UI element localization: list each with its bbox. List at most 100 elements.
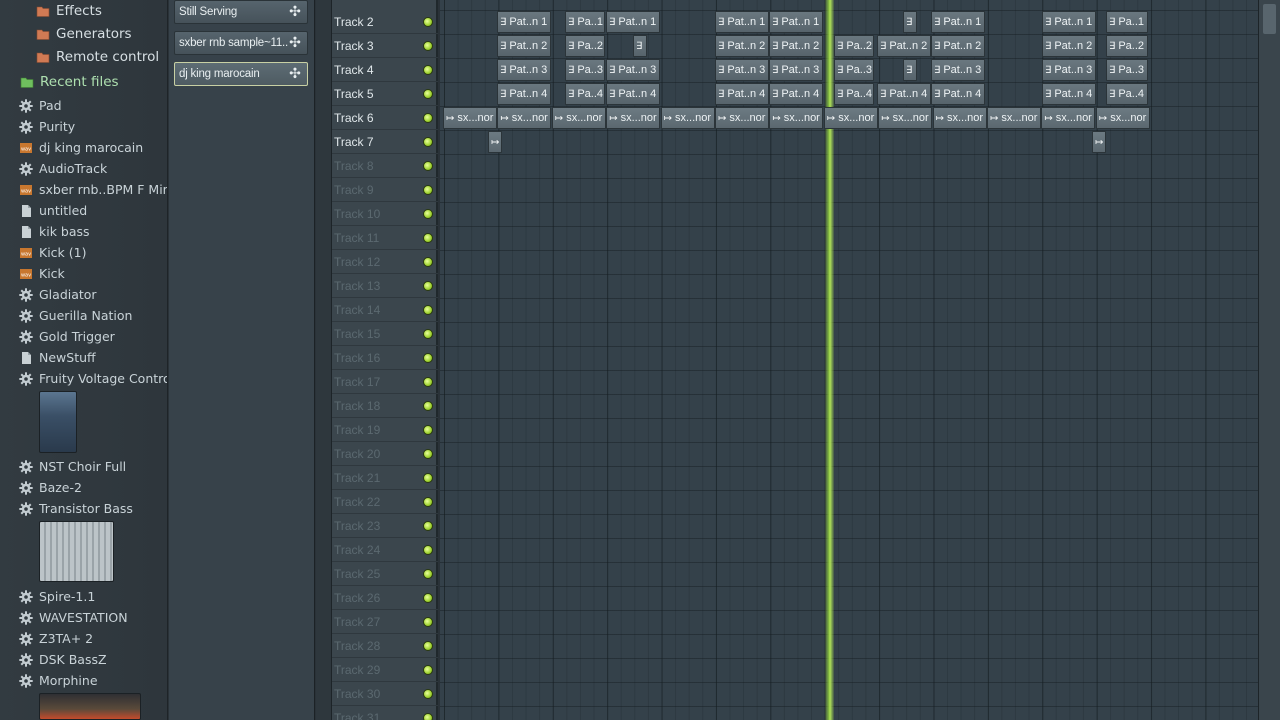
pattern-clip[interactable]: ∃ Pat..n 3: [931, 59, 985, 81]
track-header-2[interactable]: Track 2: [332, 10, 438, 34]
track-header-30[interactable]: Track 30: [332, 682, 438, 706]
browser-item-dsk-bassz[interactable]: DSK BassZ: [0, 649, 167, 670]
audio-clip[interactable]: ↦ sx...nor: [1041, 107, 1096, 129]
browser-item-morphine[interactable]: Morphine: [0, 670, 167, 691]
clip-source-still-serving[interactable]: Still Serving ✣: [174, 0, 308, 24]
track-header-12[interactable]: Track 12: [332, 250, 438, 274]
audio-clip[interactable]: ↦ sx...nor: [551, 107, 606, 129]
browser-item-guerilla-nation[interactable]: Guerilla Nation: [0, 305, 167, 326]
track-header-10[interactable]: Track 10: [332, 202, 438, 226]
pattern-clip[interactable]: ∃ Pat..n 4: [606, 83, 660, 105]
pattern-clip[interactable]: ∃ Pat..n 4: [715, 83, 769, 105]
track-header-22[interactable]: Track 22: [332, 490, 438, 514]
track-mute-led-icon[interactable]: [423, 713, 433, 720]
track-mute-led-icon[interactable]: [423, 377, 433, 387]
track-header-8[interactable]: Track 8: [332, 154, 438, 178]
track-header-25[interactable]: Track 25: [332, 562, 438, 586]
pattern-clip[interactable]: ∃ Pa..2: [834, 35, 874, 57]
track-mute-led-icon[interactable]: [423, 257, 433, 267]
pattern-clip[interactable]: ∃ Pat..n 2: [497, 35, 551, 57]
track-header-16[interactable]: Track 16: [332, 346, 438, 370]
track-mute-led-icon[interactable]: [423, 209, 433, 219]
playlist-grid[interactable]: ∃ Pat..n 1 ∃ Pa..1 ∃ Pat..n 1 ∃ Pat..n 1 ∃ Pat..n…: [440, 0, 1258, 720]
browser-item-kik-bass[interactable]: kik bass: [0, 221, 167, 242]
browser-category-effects[interactable]: Effects: [0, 0, 167, 21]
pattern-clip[interactable]: ∃ Pat..n 3: [715, 59, 769, 81]
track-mute-led-icon[interactable]: [423, 593, 433, 603]
audio-clip[interactable]: ↦ sx...nor: [987, 107, 1041, 129]
pattern-clip[interactable]: ∃ Pa..4: [1106, 83, 1148, 105]
audio-clip[interactable]: ↦ sx...nor: [932, 107, 987, 129]
audio-clip[interactable]: ↦ sx...nor: [497, 107, 552, 129]
pattern-clip[interactable]: ∃ Pat..n 2: [931, 35, 985, 57]
audio-clip[interactable]: ↦ sx...nor: [606, 107, 661, 129]
track-mute-led-icon[interactable]: [423, 305, 433, 315]
browser-item-z3ta-2[interactable]: Z3TA+ 2: [0, 628, 167, 649]
pattern-clip[interactable]: ∃ Pa..4: [834, 83, 874, 105]
browser-item-baze-2[interactable]: Baze-2: [0, 477, 167, 498]
pattern-clip[interactable]: ∃ Pat..n 1: [769, 11, 823, 33]
pattern-clip[interactable]: ∃ Pa..3: [565, 59, 605, 81]
track-header-26[interactable]: Track 26: [332, 586, 438, 610]
track-mute-led-icon[interactable]: [423, 41, 433, 51]
pattern-clip[interactable]: ∃ Pat..n 1: [497, 11, 551, 33]
track-mute-led-icon[interactable]: [423, 425, 433, 435]
track-header-14[interactable]: Track 14: [332, 298, 438, 322]
pattern-clip[interactable]: ∃ Pat..n 4: [877, 83, 931, 105]
pattern-clip[interactable]: ∃ Pat..n 2: [1042, 35, 1096, 57]
browser-item-sxber-rnb-bpm-f-minor[interactable]: wav sxber rnb..BPM F Minor: [0, 179, 167, 200]
track-mute-led-icon[interactable]: [423, 641, 433, 651]
pattern-clip[interactable]: ∃ Pat..n 2: [715, 35, 769, 57]
pattern-clip[interactable]: ∃ Pat..n 4: [769, 83, 823, 105]
browser-category-generators[interactable]: Generators: [0, 23, 167, 44]
track-mute-led-icon[interactable]: [423, 137, 433, 147]
pattern-clip[interactable]: ∃ Pat..n 1: [715, 11, 769, 33]
audio-clip[interactable]: ↦ sx...nor: [823, 107, 878, 129]
track-header-3[interactable]: Track 3: [332, 34, 438, 58]
browser-item-spire-1-1[interactable]: Spire-1.1: [0, 586, 167, 607]
browser-recent-files[interactable]: Recent files: [0, 71, 167, 92]
browser-category-remote-control[interactable]: Remote control: [0, 46, 167, 67]
audio-clip[interactable]: ↦: [1092, 131, 1106, 153]
browser-item-wavestation[interactable]: WAVESTATION: [0, 607, 167, 628]
browser-item-transistor-bass[interactable]: Transistor Bass: [0, 498, 167, 519]
track-mute-led-icon[interactable]: [423, 665, 433, 675]
browser-item-nst-choir-full[interactable]: NST Choir Full: [0, 456, 167, 477]
pattern-clip[interactable]: ∃ Pa..3: [1106, 59, 1148, 81]
track-mute-led-icon[interactable]: [423, 89, 433, 99]
track-header-24[interactable]: Track 24: [332, 538, 438, 562]
vertical-scrollbar[interactable]: [1258, 0, 1280, 720]
pattern-clip[interactable]: ∃ Pat..n 2: [877, 35, 931, 57]
pattern-clip[interactable]: ∃: [633, 35, 647, 57]
track-mute-led-icon[interactable]: [423, 401, 433, 411]
track-mute-led-icon[interactable]: [423, 329, 433, 339]
scrollbar-thumb[interactable]: [1263, 4, 1276, 34]
track-header-20[interactable]: Track 20: [332, 442, 438, 466]
audio-clip[interactable]: ↦ sx...nor: [715, 107, 769, 129]
track-mute-led-icon[interactable]: [423, 65, 433, 75]
pattern-clip[interactable]: ∃: [903, 59, 917, 81]
browser-item-untitled[interactable]: untitled: [0, 200, 167, 221]
track-header-13[interactable]: Track 13: [332, 274, 438, 298]
pattern-clip[interactable]: ∃ Pa..2: [565, 35, 605, 57]
browser-item-gold-trigger[interactable]: Gold Trigger: [0, 326, 167, 347]
track-mute-led-icon[interactable]: [423, 161, 433, 171]
track-mute-led-icon[interactable]: [423, 569, 433, 579]
track-header-31[interactable]: Track 31: [332, 706, 438, 720]
audio-clip[interactable]: ↦ sx...nor: [443, 107, 497, 129]
pattern-clip[interactable]: ∃ Pat..n 2: [769, 35, 823, 57]
pattern-clip[interactable]: ∃ Pat..n 4: [497, 83, 551, 105]
track-header-19[interactable]: Track 19: [332, 418, 438, 442]
track-header-29[interactable]: Track 29: [332, 658, 438, 682]
track-header-15[interactable]: Track 15: [332, 322, 438, 346]
track-mute-led-icon[interactable]: [423, 689, 433, 699]
track-mute-led-icon[interactable]: [423, 521, 433, 531]
track-header-4[interactable]: Track 4: [332, 58, 438, 82]
pattern-clip[interactable]: ∃ Pat..n 1: [1042, 11, 1096, 33]
browser-item-audiotrack[interactable]: AudioTrack: [0, 158, 167, 179]
track-mute-led-icon[interactable]: [423, 185, 433, 195]
pattern-clip[interactable]: ∃ Pat..n 3: [606, 59, 660, 81]
track-mute-led-icon[interactable]: [423, 545, 433, 555]
track-header-6[interactable]: Track 6: [332, 106, 438, 130]
track-header-7[interactable]: Track 7: [332, 130, 438, 154]
